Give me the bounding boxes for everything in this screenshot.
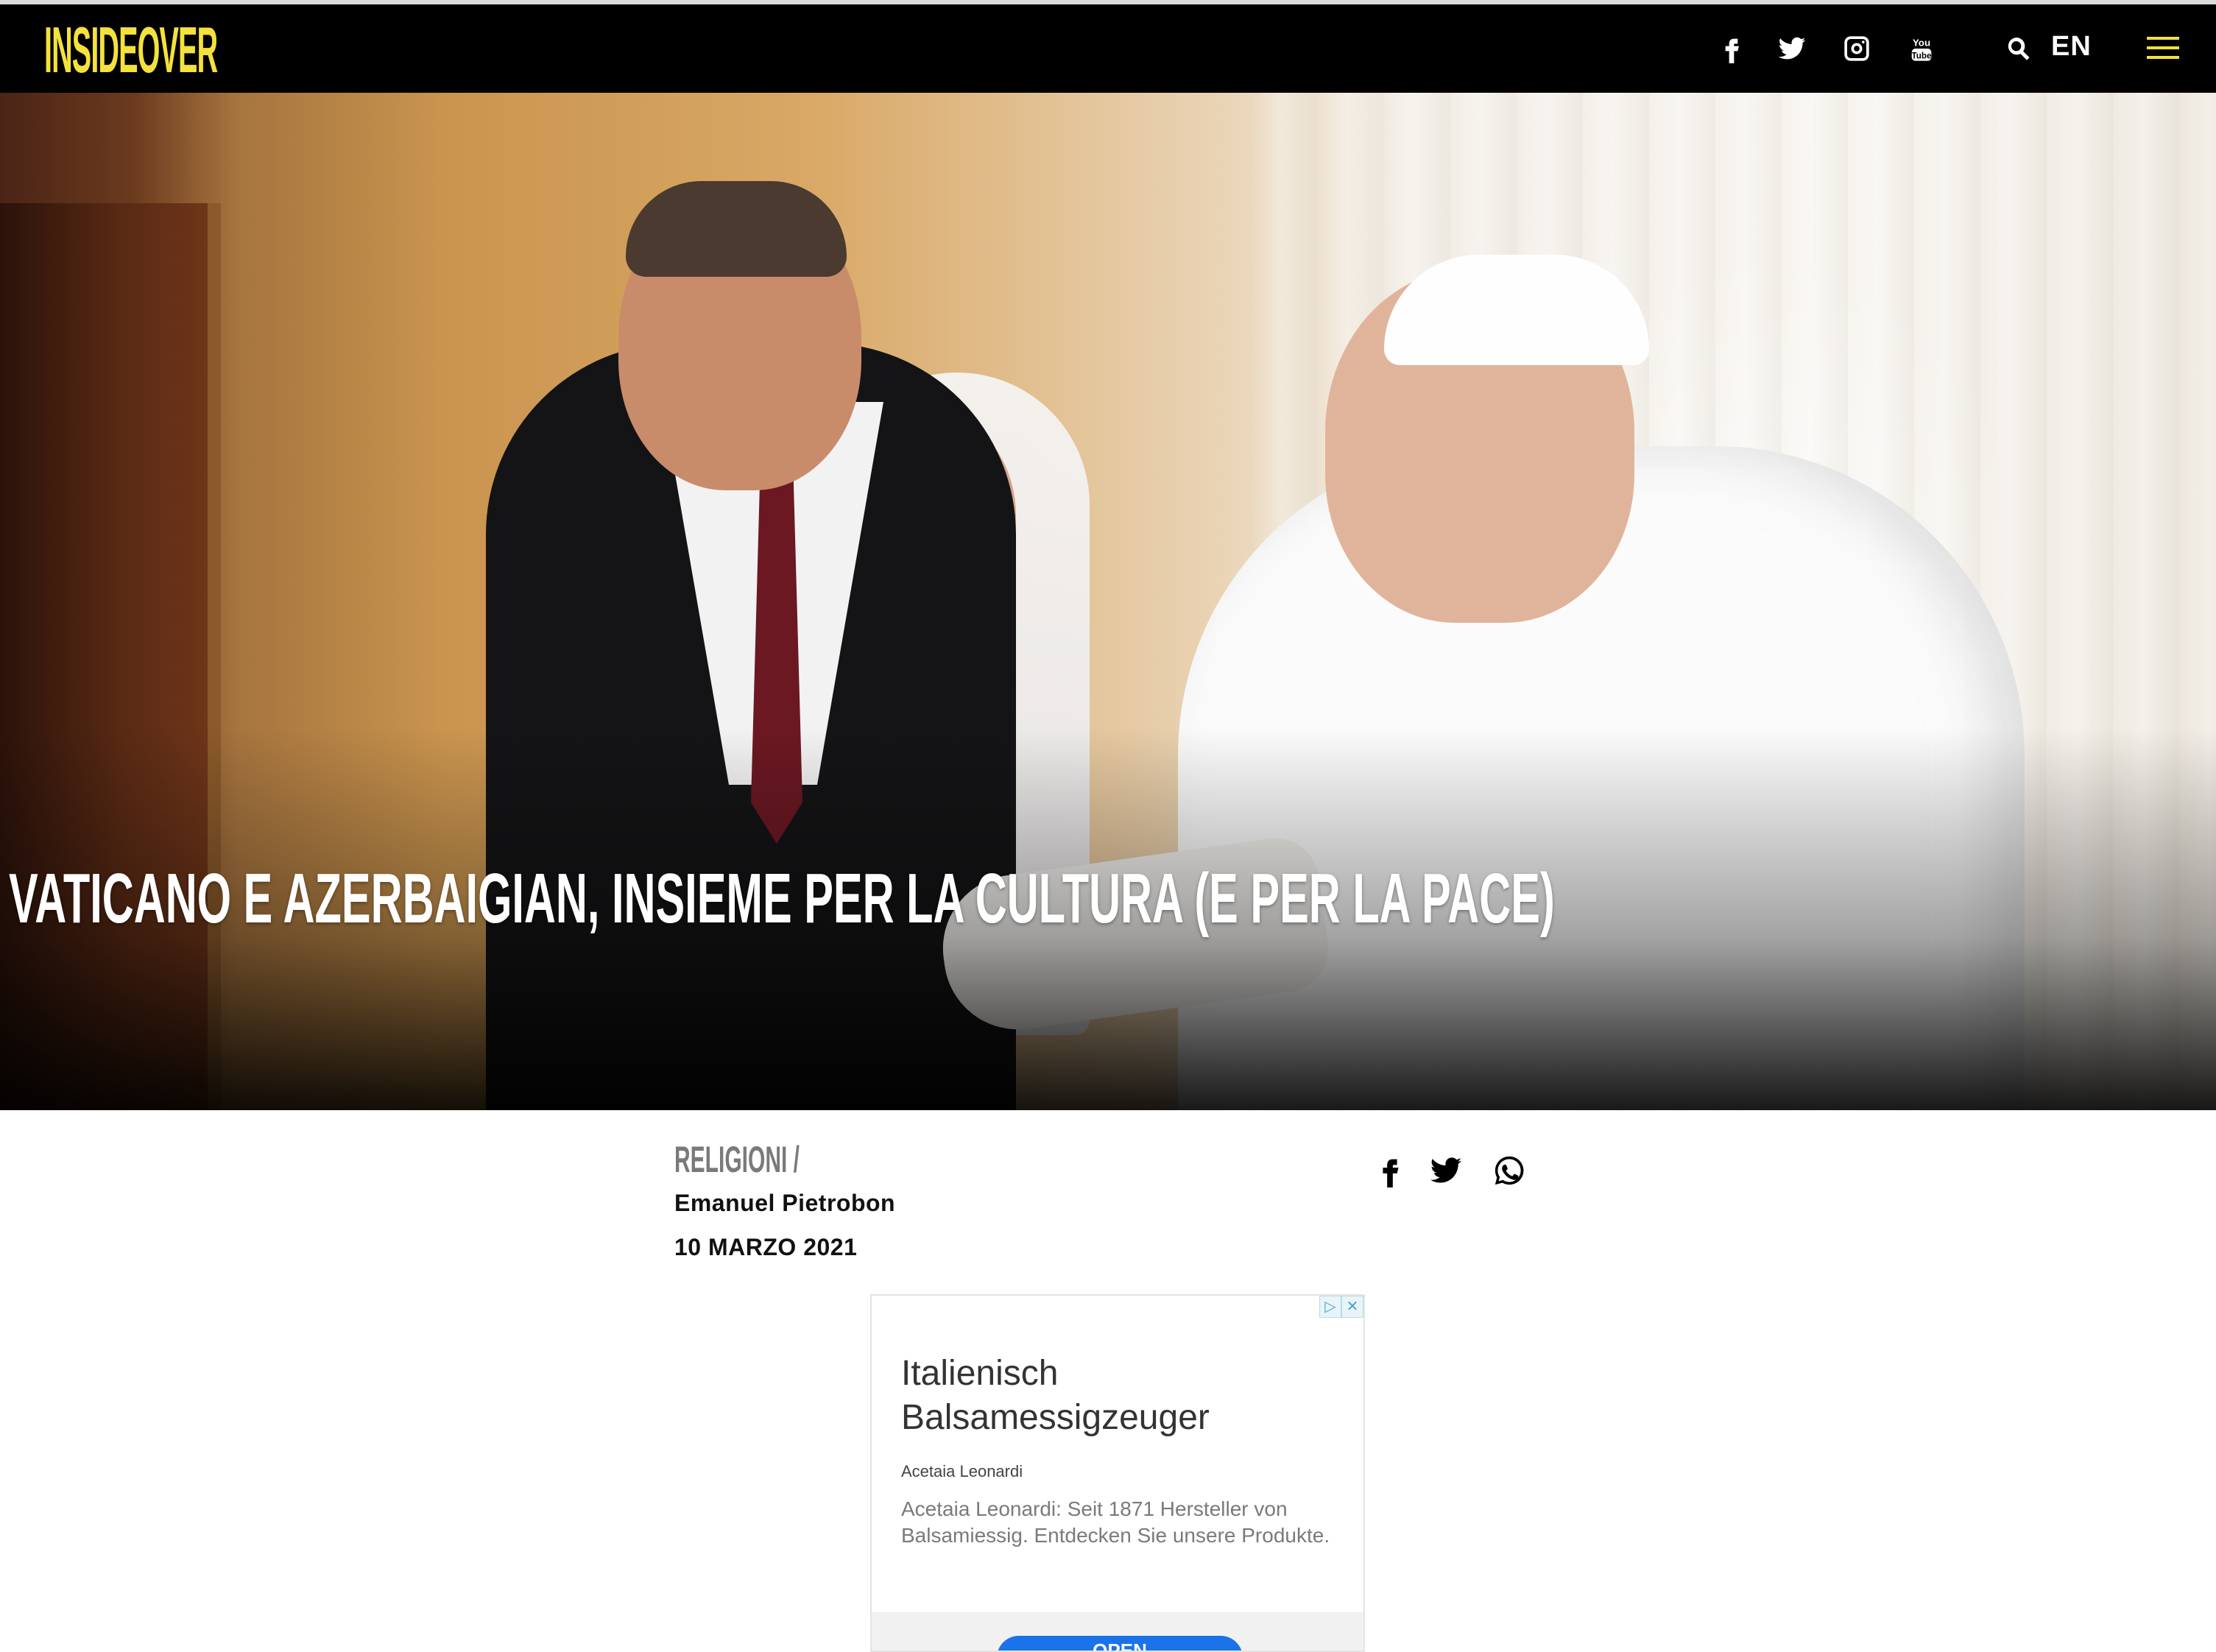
adchoices-icon[interactable]: ▷ xyxy=(1319,1296,1341,1318)
author-link[interactable]: Emanuel Pietrobon xyxy=(674,1190,895,1217)
share-facebook-icon[interactable] xyxy=(1369,1150,1411,1191)
language-switch[interactable]: EN xyxy=(2051,31,2092,63)
page: INSIDEOVER You Tube EN VATICANO E AZERBA… xyxy=(0,0,2216,1652)
ad-open-button[interactable]: OPEN xyxy=(997,1636,1243,1651)
youtube-icon[interactable]: You Tube xyxy=(1905,32,1938,65)
publish-date: 10 MARZO 2021 xyxy=(674,1234,858,1260)
ad-title[interactable]: Italienisch Balsamessigzeuger xyxy=(901,1352,1343,1440)
top-navigation-bar: INSIDEOVER You Tube EN xyxy=(0,0,2216,93)
instagram-icon[interactable] xyxy=(1841,32,1873,65)
category-link[interactable]: RELIGIONI / xyxy=(674,1138,800,1181)
twitter-icon[interactable] xyxy=(1776,32,1808,65)
close-icon[interactable]: ✕ xyxy=(1341,1296,1363,1318)
article-title: Vaticano e Azerbaigian, insieme per la c… xyxy=(9,859,1555,938)
facebook-icon[interactable] xyxy=(1715,32,1748,65)
ad-advertiser: Acetaia Leonardi xyxy=(901,1462,1023,1480)
hero-image: Vaticano e Azerbaigian, insieme per la c… xyxy=(0,93,2216,1110)
search-icon[interactable] xyxy=(2002,32,2035,65)
figure-man-hair xyxy=(626,181,847,277)
ad-description: Acetaia Leonardi: Seit 1871 Hersteller v… xyxy=(901,1497,1330,1547)
share-twitter-icon[interactable] xyxy=(1425,1150,1467,1191)
menu-icon[interactable] xyxy=(2147,37,2179,60)
share-whatsapp-icon[interactable] xyxy=(1489,1150,1530,1191)
ad-choices[interactable]: ▷ ✕ xyxy=(1319,1296,1363,1318)
svg-text:Tube: Tube xyxy=(1912,51,1932,60)
site-logo[interactable]: INSIDEOVER xyxy=(44,16,218,84)
svg-text:You: You xyxy=(1913,38,1930,49)
advertisement[interactable]: ▷ ✕ Italienisch Balsamessigzeuger Acetai… xyxy=(870,1294,1365,1652)
